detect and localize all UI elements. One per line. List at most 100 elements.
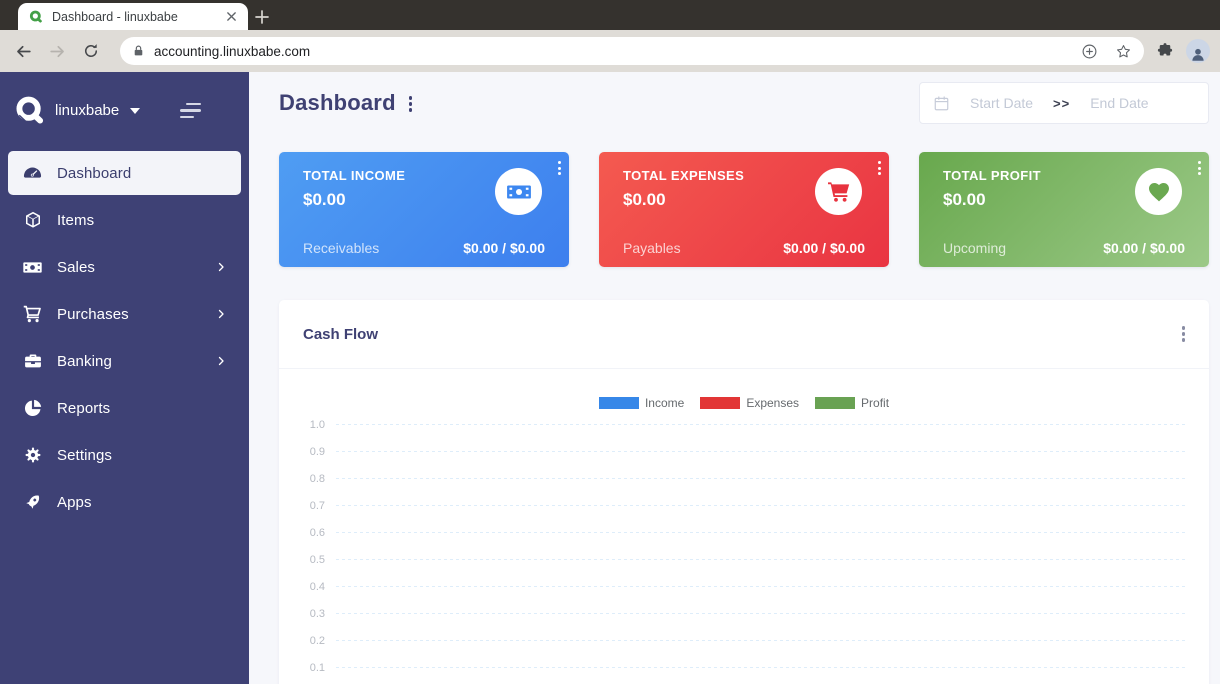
- grid-row: 0.4: [279, 573, 1209, 600]
- browser-tab[interactable]: Dashboard - linuxbabe: [18, 3, 248, 30]
- y-tick: 0.5: [309, 553, 325, 566]
- sidebar-menu: Dashboard Items Sales Purchases Banking …: [0, 149, 249, 529]
- chevron-down-icon[interactable]: [130, 107, 141, 114]
- money-bill-icon: [22, 257, 43, 278]
- gridline: [336, 478, 1185, 479]
- money-bill-icon: [506, 179, 532, 205]
- page-title: Dashboard: [279, 90, 396, 115]
- tab-title: Dashboard - linuxbabe: [52, 9, 178, 24]
- y-tick: 0.6: [309, 526, 325, 539]
- sidebar-item-label: Purchases: [57, 305, 129, 323]
- y-tick: 1.0: [309, 418, 325, 431]
- card-menu-icon[interactable]: [1198, 161, 1201, 176]
- legend-label: Income: [644, 395, 685, 410]
- heart-icon: [1135, 168, 1182, 215]
- sidebar-item-label: Sales: [57, 258, 96, 276]
- gridline: [336, 586, 1185, 587]
- y-tick: 0.3: [309, 607, 325, 620]
- total-expenses-card: TOTAL EXPENSES $0.00 Payables $0.00 / $0…: [599, 152, 889, 267]
- sidebar-item-settings[interactable]: Settings: [8, 433, 241, 477]
- legend-label: Expenses: [746, 395, 800, 410]
- card-footer-value: $0.00 / $0.00: [783, 240, 865, 256]
- profit-swatch: [815, 396, 856, 409]
- gridline: [336, 667, 1185, 668]
- cash-flow-panel: Cash Flow Income Expenses Profit 1.0 0.9…: [279, 300, 1209, 684]
- heart-icon: [1147, 180, 1171, 204]
- browser-tab-strip: Dashboard - linuxbabe: [0, 0, 1220, 30]
- grid-row: 0.9: [279, 438, 1209, 465]
- start-date-input[interactable]: Start Date: [970, 95, 1033, 111]
- company-switcher[interactable]: linuxbabe: [55, 102, 119, 119]
- legend-item-profit[interactable]: Profit: [815, 396, 889, 410]
- sidebar-item-label: Reports: [57, 399, 111, 417]
- akaunting-logo-icon: [13, 94, 46, 127]
- stat-cards-row: TOTAL INCOME $0.00 Receivables $0.00 / $…: [279, 152, 1209, 267]
- date-range-filter[interactable]: Start Date >> End Date: [919, 82, 1209, 124]
- sidebar: linuxbabe Dashboard Items Sales Purchase…: [0, 72, 249, 684]
- sidebar-item-reports[interactable]: Reports: [8, 386, 241, 430]
- cash-flow-header: Cash Flow: [279, 300, 1209, 369]
- page-header: Dashboard Start Date >> End Date: [279, 82, 1209, 124]
- legend-item-income[interactable]: Income: [598, 395, 685, 410]
- pie-chart-icon: [22, 398, 43, 419]
- chart-grid: 1.0 0.9 0.8 0.7 0.6 0.5 0.4 0.3 0.2 0.1: [279, 411, 1209, 681]
- sidebar-toggle-icon[interactable]: [180, 102, 201, 119]
- sidebar-item-sales[interactable]: Sales: [8, 245, 241, 289]
- grid-row: 0.8: [279, 465, 1209, 492]
- sidebar-item-banking[interactable]: Banking: [8, 339, 241, 383]
- gridline: [336, 532, 1185, 533]
- main-content: Dashboard Start Date >> End Date TOTAL I…: [249, 72, 1220, 684]
- y-tick: 0.4: [309, 580, 325, 593]
- gridline: [336, 613, 1185, 614]
- money-bill-icon: [495, 168, 542, 215]
- briefcase-icon: [22, 351, 43, 372]
- page-title-menu-icon[interactable]: [408, 96, 413, 112]
- chevron-right-icon: [215, 355, 227, 367]
- y-tick: 0.2: [309, 634, 325, 647]
- end-date-input[interactable]: End Date: [1090, 95, 1148, 111]
- card-footer: Receivables $0.00 / $0.00: [303, 240, 545, 256]
- cash-flow-menu-icon[interactable]: [1181, 326, 1185, 342]
- total-profit-card: TOTAL PROFIT $0.00 Upcoming $0.00 / $0.0…: [919, 152, 1209, 267]
- sidebar-item-items[interactable]: Items: [8, 198, 241, 242]
- card-footer-label: Upcoming: [943, 240, 1007, 256]
- gridline: [336, 451, 1185, 452]
- new-tab-button[interactable]: [248, 3, 276, 30]
- cart-icon: [22, 304, 43, 325]
- extensions-puzzle-icon[interactable]: [1152, 38, 1178, 64]
- reload-icon[interactable]: [78, 38, 104, 64]
- date-separator: >>: [1053, 95, 1071, 111]
- y-tick: 0.8: [309, 472, 325, 485]
- akaunting-favicon-icon: [28, 9, 44, 25]
- card-menu-icon[interactable]: [558, 161, 561, 176]
- profile-avatar[interactable]: [1186, 39, 1210, 63]
- zoom-page-icon[interactable]: [1081, 43, 1098, 60]
- grid-row: 0.6: [279, 519, 1209, 546]
- cash-flow-chart: Income Expenses Profit 1.0 0.9 0.8 0.7 0…: [279, 396, 1209, 681]
- total-income-card: TOTAL INCOME $0.00 Receivables $0.00 / $…: [279, 152, 569, 267]
- sidebar-item-dashboard[interactable]: Dashboard: [8, 151, 241, 195]
- card-footer-label: Receivables: [303, 240, 380, 256]
- back-icon[interactable]: [10, 38, 36, 64]
- gridline: [336, 559, 1185, 560]
- sidebar-item-apps[interactable]: Apps: [8, 480, 241, 524]
- card-footer: Upcoming $0.00 / $0.00: [943, 240, 1185, 256]
- sidebar-item-purchases[interactable]: Purchases: [8, 292, 241, 336]
- legend-label: Profit: [861, 395, 890, 410]
- y-tick: 0.9: [309, 445, 325, 458]
- forward-icon[interactable]: [44, 38, 70, 64]
- sidebar-brand: linuxbabe: [0, 72, 249, 149]
- card-menu-icon[interactable]: [878, 161, 881, 176]
- grid-row: 0.7: [279, 492, 1209, 519]
- lock-icon: [132, 44, 145, 58]
- sidebar-item-label: Items: [57, 211, 95, 229]
- tab-close-icon[interactable]: [222, 8, 240, 26]
- bookmark-star-icon[interactable]: [1115, 43, 1132, 60]
- cart-icon: [827, 180, 851, 204]
- grid-row: 0.2: [279, 627, 1209, 654]
- chevron-right-icon: [215, 308, 227, 320]
- legend-item-expenses[interactable]: Expenses: [700, 396, 799, 410]
- url-text: accounting.linuxbabe.com: [154, 43, 311, 59]
- url-bar[interactable]: accounting.linuxbabe.com: [120, 37, 1144, 65]
- card-footer-label: Payables: [623, 240, 681, 256]
